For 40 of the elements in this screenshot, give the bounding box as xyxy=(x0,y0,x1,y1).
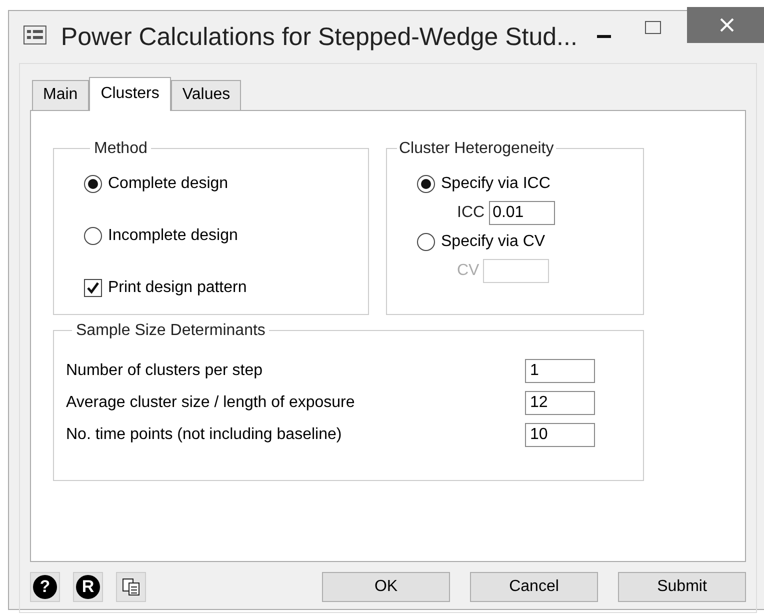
dialog-button[interactable]: Submit xyxy=(618,572,746,602)
field-label: Average cluster size / length of exposure xyxy=(66,392,355,412)
radio-label: Specify via CV xyxy=(441,232,546,252)
group-title: Sample Size Determinants xyxy=(75,320,266,340)
copy-button[interactable] xyxy=(116,572,146,602)
field-label: CV xyxy=(457,260,480,280)
radio-label: Incomplete design xyxy=(108,226,238,246)
checkbox-label: Print design pattern xyxy=(108,278,247,298)
radio-label: Complete design xyxy=(108,174,228,194)
r-button[interactable]: R xyxy=(73,572,103,602)
help-button[interactable]: ? xyxy=(30,572,60,602)
maximize-button[interactable] xyxy=(645,21,662,34)
dialog-button[interactable]: OK xyxy=(322,572,450,602)
tab[interactable]: Clusters xyxy=(88,76,172,110)
window-title: Power Calculations for Stepped-Wedge Stud... xyxy=(60,22,578,53)
check-icon xyxy=(86,280,100,294)
radio-button[interactable] xyxy=(84,226,102,244)
radio-button[interactable] xyxy=(84,174,102,192)
minimize-button[interactable] xyxy=(597,35,612,38)
input-field[interactable]: 0.01 xyxy=(488,200,555,224)
tab[interactable]: Values xyxy=(171,80,242,110)
group-title: Method xyxy=(93,138,148,158)
input-field[interactable] xyxy=(483,258,550,282)
input-field[interactable]: 1 xyxy=(525,358,595,382)
close-button[interactable] xyxy=(687,7,764,43)
radio-button[interactable] xyxy=(417,174,435,192)
window-app-icon xyxy=(23,25,47,45)
field-label: Number of clusters per step xyxy=(66,360,263,380)
radio-button[interactable] xyxy=(417,232,435,250)
input-field[interactable]: 10 xyxy=(525,422,595,446)
field-label: ICC xyxy=(457,202,485,222)
dialog-button[interactable]: Cancel xyxy=(470,572,598,602)
field-label: No. time points (not including baseline) xyxy=(66,424,342,444)
close-icon xyxy=(720,18,734,32)
radio-label: Specify via ICC xyxy=(441,174,550,194)
copy-icon xyxy=(121,576,141,596)
checkbox[interactable] xyxy=(84,278,102,296)
input-field[interactable]: 12 xyxy=(525,390,595,414)
tab[interactable]: Main xyxy=(32,80,89,110)
group-title: Cluster Heterogeneity xyxy=(398,138,555,158)
